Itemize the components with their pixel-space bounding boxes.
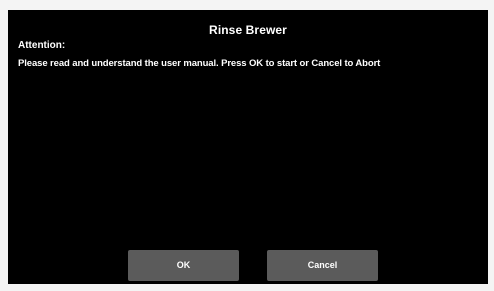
cancel-button[interactable]: Cancel [267,250,378,281]
dialog-screen: Rinse Brewer Attention: Please read and … [8,10,488,284]
ok-button[interactable]: OK [128,250,239,281]
attention-label: Attention: [18,40,66,51]
dialog-message: Please read and understand the user manu… [18,58,381,69]
dialog-title: Rinse Brewer [209,23,287,37]
device-bezel: Rinse Brewer Attention: Please read and … [0,0,494,291]
